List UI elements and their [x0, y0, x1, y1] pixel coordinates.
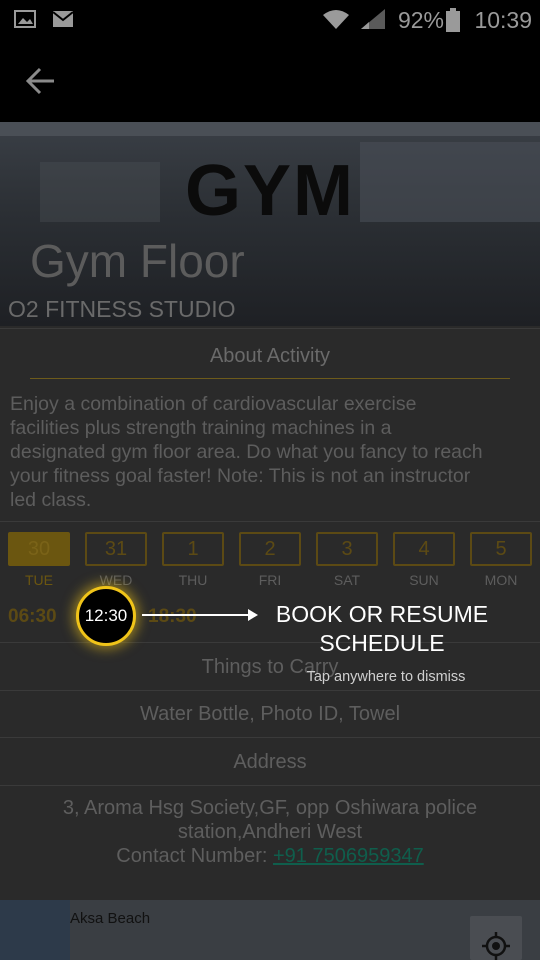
activity-name: Gym Floor [30, 235, 245, 287]
about-description: Enjoy a combination of cardiovascular ex… [10, 393, 483, 511]
image-notification-icon [14, 10, 36, 28]
clock: 10:39 [474, 7, 532, 33]
section-divider [0, 737, 540, 738]
address-line-2: station,Andheri West [177, 821, 363, 843]
date-option[interactable]: 30 TUE [8, 532, 70, 588]
status-bar: 92% 10:39 [0, 0, 540, 40]
tutorial-arrow-icon [142, 609, 258, 621]
signal-icon [361, 9, 385, 29]
address-line-1: 3, Aroma Hsg Society,GF, opp Oshiwara po… [62, 797, 478, 819]
about-divider [30, 378, 510, 379]
contact-number-row: Contact Number: +91 7506959347 [0, 845, 540, 868]
contact-label: Contact Number: [116, 845, 273, 867]
date-option[interactable]: 2 FRI [239, 532, 301, 588]
tutorial-hint: BOOK OR RESUME SCHEDULE [275, 601, 489, 656]
map-place-label: Aksa Beach [70, 910, 151, 927]
map-water [0, 900, 70, 960]
time-slot[interactable]: 06:30 [8, 606, 57, 628]
date-selector: 30 TUE 31 WED 1 THU 2 FRI 3 SAT 4 SUN 5 MON [0, 532, 540, 592]
about-section: About Activity Enjoy a combination of ca… [0, 328, 540, 522]
address-title: Address [233, 751, 307, 773]
dismiss-hint[interactable]: Tap anywhere to dismiss [262, 669, 510, 685]
activity-hero: GYM Gym Floor O2 FITNESS STUDIO [0, 122, 540, 326]
category-title: GYM [184, 151, 355, 231]
date-option[interactable]: 5 MON [470, 532, 532, 588]
section-divider [0, 690, 540, 691]
about-title: About Activity [209, 345, 331, 367]
my-location-icon [482, 932, 510, 960]
date-option[interactable]: 4 SUN [393, 532, 455, 588]
my-location-button[interactable] [470, 916, 522, 960]
contact-number-link[interactable]: +91 7506959347 [273, 845, 424, 867]
studio-name: O2 FITNESS STUDIO [8, 296, 236, 322]
date-option[interactable]: 1 THU [162, 532, 224, 588]
back-arrow-icon[interactable] [24, 66, 58, 96]
highlighted-time-slot[interactable]: 12:30 [76, 586, 136, 646]
section-divider [0, 785, 540, 786]
date-option[interactable]: 3 SAT [316, 532, 378, 588]
things-to-carry-items: Water Bottle, Photo ID, Towel [139, 703, 401, 725]
app-toolbar [0, 40, 540, 122]
mail-notification-icon [52, 11, 74, 27]
wifi-icon [323, 10, 349, 29]
battery-icon [446, 8, 460, 32]
date-option[interactable]: 31 WED [85, 532, 147, 588]
location-map[interactable]: Aksa Beach [0, 900, 540, 960]
battery-percent: 92% [397, 7, 444, 33]
